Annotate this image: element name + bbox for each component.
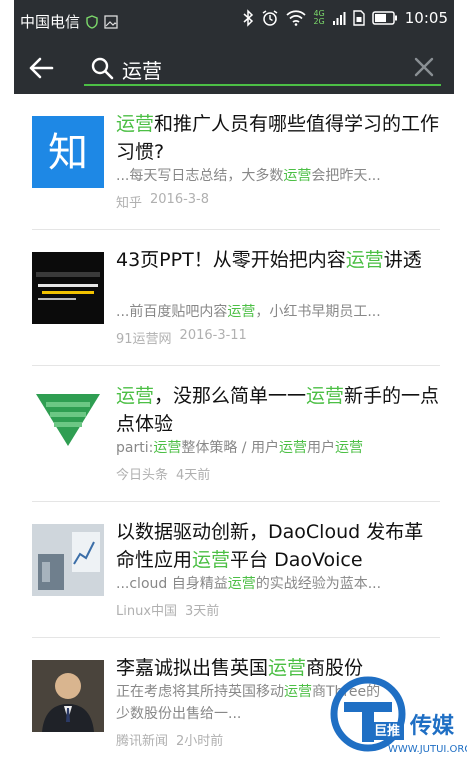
result-item[interactable]: 运营，没那么简单一一运营新手的一点点体验 parti:运营整体策略 / 用户运营… (14, 366, 454, 502)
status-bar: 中国电信 4G 2G 10:05 (14, 0, 454, 42)
result-summary: ...cloud 自身精益运营的实战经验为蓝本... (116, 576, 382, 592)
sim-icon (353, 10, 365, 26)
app-frame: 中国电信 4G 2G 10:05 运营 知 运营和推广人员有哪些值得学习的工作习… (14, 0, 467, 764)
svg-text:知: 知 (48, 130, 88, 176)
search-input[interactable]: 运营 (84, 50, 441, 86)
shield-icon (86, 14, 98, 29)
alarm-icon (261, 9, 279, 27)
result-source: 知乎 (116, 196, 143, 211)
result-summary: ...每天写日志总结，大多数运营会把昨天... (116, 168, 381, 184)
search-results-list: 知 运营和推广人员有哪些值得学习的工作习惯? ...每天写日志总结，大多数运营会… (14, 94, 454, 764)
zhihu-logo-thumbnail: 知 (32, 116, 104, 188)
result-title: 运营和推广人员有哪些值得学习的工作习惯? (116, 113, 440, 163)
result-title: 以数据驱动创新，DaoCloud 发布革命性应用运营平台 DaoVoice (116, 521, 424, 571)
bluetooth-icon (242, 9, 254, 27)
clock-time: 10:05 (404, 9, 448, 27)
arrow-left-icon (29, 57, 54, 79)
search-header: 运营 (14, 42, 454, 94)
result-item[interactable]: 知 运营和推广人员有哪些值得学习的工作习惯? ...每天写日志总结，大多数运营会… (14, 94, 454, 230)
result-meta: 知乎 2016-3-8 (116, 192, 209, 211)
watermark-brand: 巨推 (374, 724, 401, 739)
result-date: 2016-3-8 (150, 192, 210, 207)
person-photo-thumbnail (32, 660, 104, 732)
network-2g-label: 2G (313, 17, 325, 26)
wifi-icon (286, 10, 307, 26)
search-query-text: 运营 (122, 59, 162, 83)
close-icon (414, 57, 434, 77)
back-button[interactable] (28, 56, 54, 80)
result-meta: 腾讯新闻 2小时前 (116, 730, 223, 749)
result-item[interactable]: 43页PPT！从零开始把内容运营讲透 ...前百度贴吧内容运营，小红书早期员工.… (14, 230, 454, 366)
chart-photo-thumbnail (32, 524, 104, 596)
network-type-indicator: 4G 2G (313, 10, 324, 26)
result-title: 43页PPT！从零开始把内容运营讲透 (116, 249, 422, 271)
watermark-brand-2: 传媒 (410, 714, 455, 739)
battery-icon (372, 11, 398, 25)
image-icon (104, 14, 118, 29)
result-date: 2016-3-11 (179, 328, 247, 343)
search-icon (90, 56, 114, 80)
funnel-thumbnail (32, 388, 104, 460)
clear-search-button[interactable] (413, 56, 435, 78)
result-source: Linux中国 (116, 604, 178, 619)
result-meta: 91运营网 2016-3-11 (116, 328, 247, 347)
result-source: 今日头条 (116, 468, 169, 483)
watermark-logo: 巨推 传媒 WWW.JUTUI.ORG (330, 672, 467, 764)
carrier-label: 中国电信 (20, 13, 81, 31)
result-summary: ...前百度贴吧内容运营，小红书早期员工... (116, 304, 381, 320)
watermark-url: WWW.JUTUI.ORG (388, 744, 467, 755)
result-meta: Linux中国 3天前 (116, 600, 219, 619)
result-date: 4天前 (176, 468, 211, 483)
signal-icon (332, 10, 346, 26)
result-title: 运营，没那么简单一一运营新手的一点点体验 (116, 385, 440, 435)
result-meta: 今日头条 4天前 (116, 464, 210, 483)
ppt-thumbnail (32, 252, 104, 324)
result-summary: parti:运营整体策略 / 用户运营用户运营 (116, 440, 363, 456)
result-source: 91运营网 (116, 332, 172, 347)
result-item[interactable]: 以数据驱动创新，DaoCloud 发布革命性应用运营平台 DaoVoice ..… (14, 502, 454, 638)
result-source: 腾讯新闻 (116, 734, 169, 749)
result-date: 3天前 (185, 604, 220, 619)
result-date: 2小时前 (176, 734, 224, 749)
